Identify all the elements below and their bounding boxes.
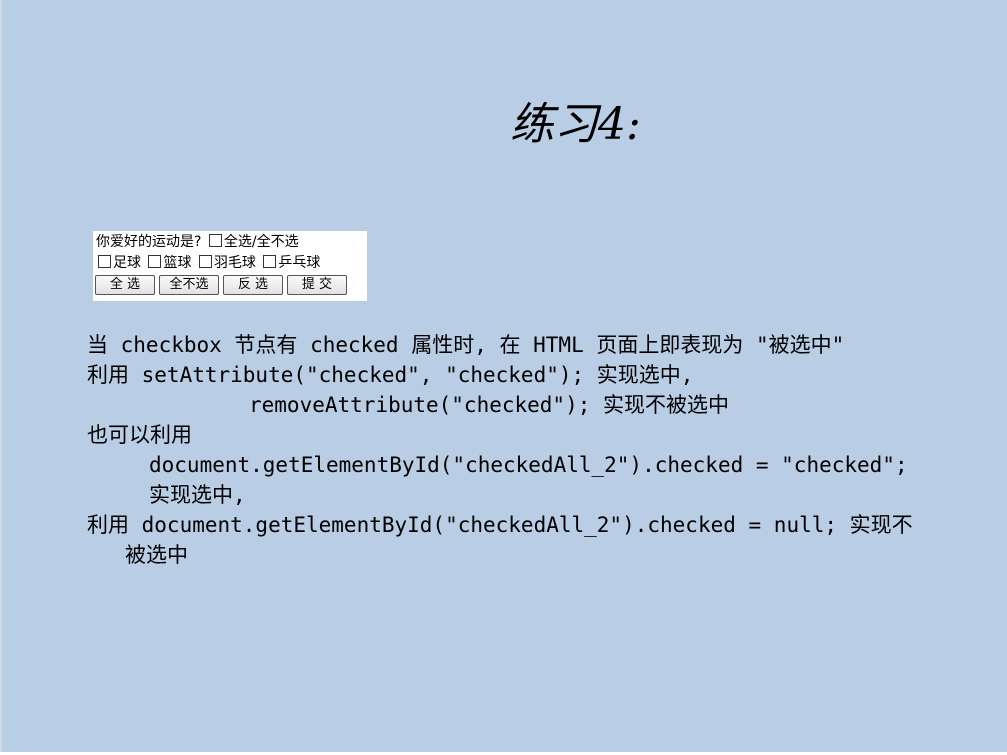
option-label: 篮球 bbox=[163, 255, 192, 271]
invert-selection-button[interactable]: 反 选 bbox=[223, 275, 283, 295]
demo-buttons: 全 选全不选反 选提 交 bbox=[95, 275, 351, 295]
option-checkbox[interactable] bbox=[98, 255, 111, 268]
option-checkbox[interactable] bbox=[148, 255, 162, 268]
select-all-label: 全选/全不选 bbox=[223, 234, 299, 250]
select-all-checkbox[interactable] bbox=[208, 234, 222, 247]
option-checkbox[interactable] bbox=[198, 255, 212, 268]
body-line-6: 利用 document.getElementById("checkedAll_2… bbox=[87, 513, 913, 537]
option-label: 羽毛球 bbox=[213, 255, 256, 271]
demo-question-row: 你爱好的运动是? 全选/全不选 bbox=[96, 233, 299, 251]
demo-options-row: 足球 篮球 羽毛球 乒乓球 bbox=[96, 254, 320, 272]
checkbox-demo: 你爱好的运动是? 全选/全不选 足球 篮球 羽毛球 乒乓球 全 选全不选反 选提… bbox=[93, 231, 367, 301]
select-all-button[interactable]: 全 选 bbox=[95, 275, 155, 295]
body-line-5: 实现选中, bbox=[149, 483, 246, 507]
code-line-1: document.getElementById("checkedAll_2").… bbox=[149, 453, 908, 477]
option-label: 足球 bbox=[113, 255, 141, 271]
option-label: 乒乓球 bbox=[278, 255, 321, 271]
select-none-button[interactable]: 全不选 bbox=[159, 275, 219, 295]
body-line-7: 被选中 bbox=[125, 543, 188, 567]
option-checkbox[interactable] bbox=[263, 255, 277, 268]
slide: 练习4: 你爱好的运动是? 全选/全不选 足球 篮球 羽毛球 乒乓球 全 选全不… bbox=[0, 0, 1007, 752]
body-line-2: 利用 setAttribute("checked", "checked"); 实… bbox=[87, 363, 694, 387]
body-line-3: removeAttribute("checked"); 实现不被选中 bbox=[249, 393, 730, 417]
submit-button[interactable]: 提 交 bbox=[287, 275, 347, 295]
body-line-4: 也可以利用 bbox=[87, 423, 192, 447]
question-label: 你爱好的运动是? bbox=[96, 234, 202, 250]
slide-title: 练习4: bbox=[510, 99, 641, 150]
body-line-1: 当 checkbox 节点有 checked 属性时, 在 HTML 页面上即表… bbox=[87, 333, 845, 357]
